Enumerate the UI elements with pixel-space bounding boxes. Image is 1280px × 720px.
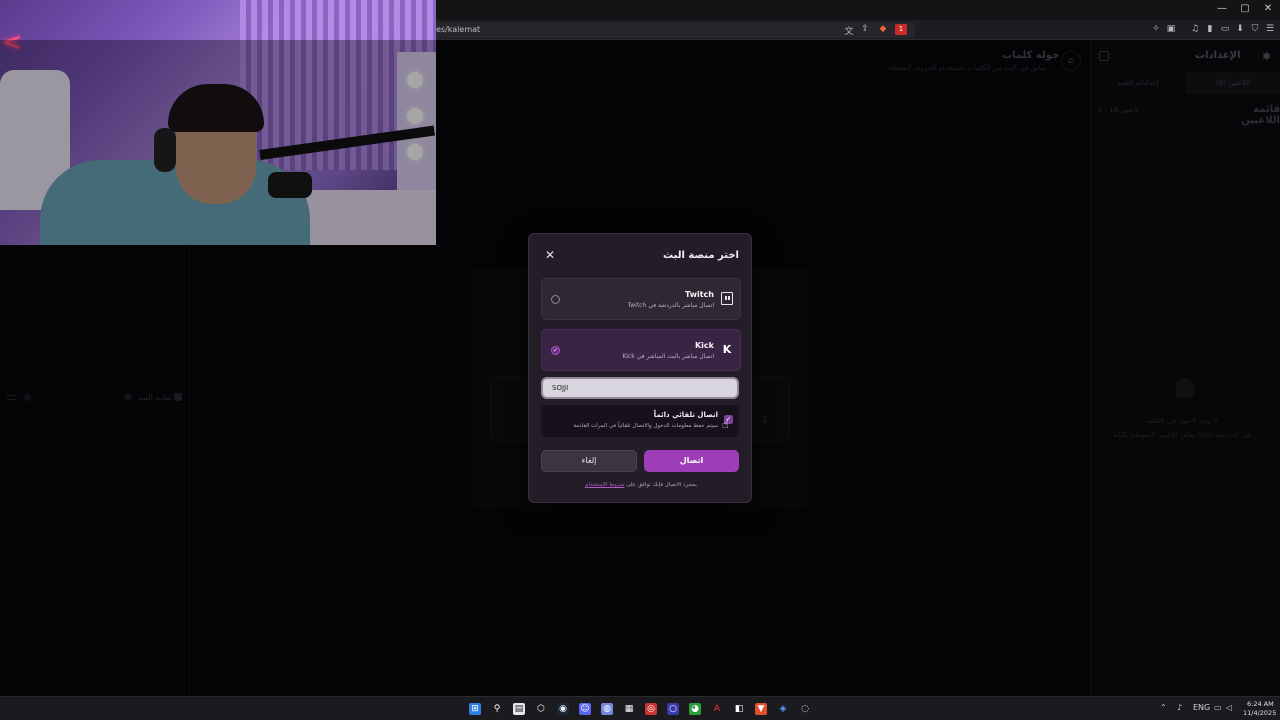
chat-app-icon[interactable]: ◍ xyxy=(601,703,613,715)
option-kick-name: Kick xyxy=(694,341,714,350)
option-kick[interactable]: ✓ K Kick اتصال مباشر بالبث المباشر في Ki… xyxy=(541,329,741,371)
auto-connect-title: اتصال تلقائي دائماً xyxy=(653,411,718,419)
share-icon[interactable]: ⇪ xyxy=(859,24,871,34)
dialog-title: اختر منصة البث xyxy=(663,250,739,261)
adobe-icon[interactable]: A xyxy=(711,703,723,715)
connect-button[interactable]: اتصال xyxy=(644,450,739,472)
terms-link[interactable]: شروط الاستخدام xyxy=(585,482,624,488)
grid-app-icon[interactable]: ▦ xyxy=(623,703,635,715)
auto-connect-desc: سيتم حفظ معلومات الدخول والاتصال تلقائيا… xyxy=(573,423,718,429)
close-icon[interactable]: ✕ xyxy=(543,248,557,262)
kick-icon: K xyxy=(722,343,732,356)
channel-name-input[interactable]: SOJJI xyxy=(541,377,739,399)
kick-radio[interactable]: ✓ xyxy=(551,346,560,355)
close-window-button[interactable]: ✕ xyxy=(1258,3,1278,14)
translate-icon[interactable]: 文 xyxy=(843,24,855,37)
file-explorer-icon[interactable]: ▤ xyxy=(513,703,525,715)
brave-shields-icon[interactable]: ◆ xyxy=(877,24,889,34)
tray-chevron-icon[interactable]: ⌃ xyxy=(1160,703,1167,712)
app-icon-3[interactable]: ◈ xyxy=(777,703,789,715)
download-icon[interactable]: ⬇ xyxy=(1234,24,1246,34)
twitch-radio[interactable] xyxy=(551,295,560,304)
terms-notice: بمجرد الاتصال فإنك توافق على شروط الاستخ… xyxy=(529,482,753,488)
platform-dialog: ✕ اختر منصة البث Twitch اتصال مباشر بالد… xyxy=(528,233,752,503)
music-icon[interactable]: ♫ xyxy=(1189,24,1201,34)
clock-date[interactable]: 11/4/2025 xyxy=(1243,709,1276,717)
twitch-icon xyxy=(721,292,733,305)
clock-time[interactable]: 6:24 AM xyxy=(1247,700,1274,708)
app-icon[interactable]: ⬡ xyxy=(535,703,547,715)
wallet-icon[interactable]: ▭ xyxy=(1219,24,1231,34)
cancel-button[interactable]: إلغاء xyxy=(541,450,637,472)
mic-tray-icon[interactable]: ♪ xyxy=(1177,703,1182,712)
discord-icon[interactable]: ☺ xyxy=(579,703,591,715)
auto-connect-option[interactable]: ✓ اتصال تلقائي دائماً سيتم حفظ معلومات ا… xyxy=(541,405,739,437)
terms-prefix: بمجرد الاتصال فإنك توافق على xyxy=(626,482,697,488)
menu-icon[interactable]: ☰ xyxy=(1264,24,1276,34)
windows-taskbar xyxy=(0,696,1280,720)
brave-taskbar-icon[interactable]: ▼ xyxy=(755,703,767,715)
address-bar-url: es/kalemat xyxy=(436,25,481,34)
steam-icon[interactable]: ◉ xyxy=(557,703,569,715)
pointer-cursor-icon: ☝ xyxy=(722,418,729,431)
maximize-button[interactable]: ▢ xyxy=(1235,3,1255,14)
vpn-icon[interactable]: ⛉ xyxy=(1249,24,1261,34)
option-kick-desc: اتصال مباشر بالبث المباشر في Kick xyxy=(622,353,714,360)
volume-icon[interactable]: ◁ xyxy=(1226,703,1232,712)
network-icon[interactable]: ▭ xyxy=(1214,703,1222,712)
option-twitch-desc: اتصال مباشر بالدردشة في Twitch xyxy=(627,302,714,309)
minimize-button[interactable]: — xyxy=(1212,3,1232,14)
option-twitch[interactable]: Twitch اتصال مباشر بالدردشة في Twitch xyxy=(541,278,741,320)
chrome-icon[interactable]: ◕ xyxy=(689,703,701,715)
start-icon[interactable]: ⊞ xyxy=(469,703,481,715)
media-app-icon[interactable]: ◎ xyxy=(645,703,657,715)
language-indicator[interactable]: ENG xyxy=(1193,703,1210,712)
search-icon[interactable]: ⚲ xyxy=(491,703,503,715)
extensions-icon[interactable]: ✧ xyxy=(1150,24,1162,34)
app-icon-4[interactable]: ◌ xyxy=(799,703,811,715)
obs-icon[interactable]: ○ xyxy=(667,703,679,715)
screenshot-icon[interactable]: ▣ xyxy=(1165,24,1177,34)
app-icon-2[interactable]: ◧ xyxy=(733,703,745,715)
option-twitch-name: Twitch xyxy=(685,290,714,299)
sidebar-icon[interactable]: ▮ xyxy=(1204,24,1216,34)
brave-rewards-icon[interactable]: 1 xyxy=(895,24,907,35)
